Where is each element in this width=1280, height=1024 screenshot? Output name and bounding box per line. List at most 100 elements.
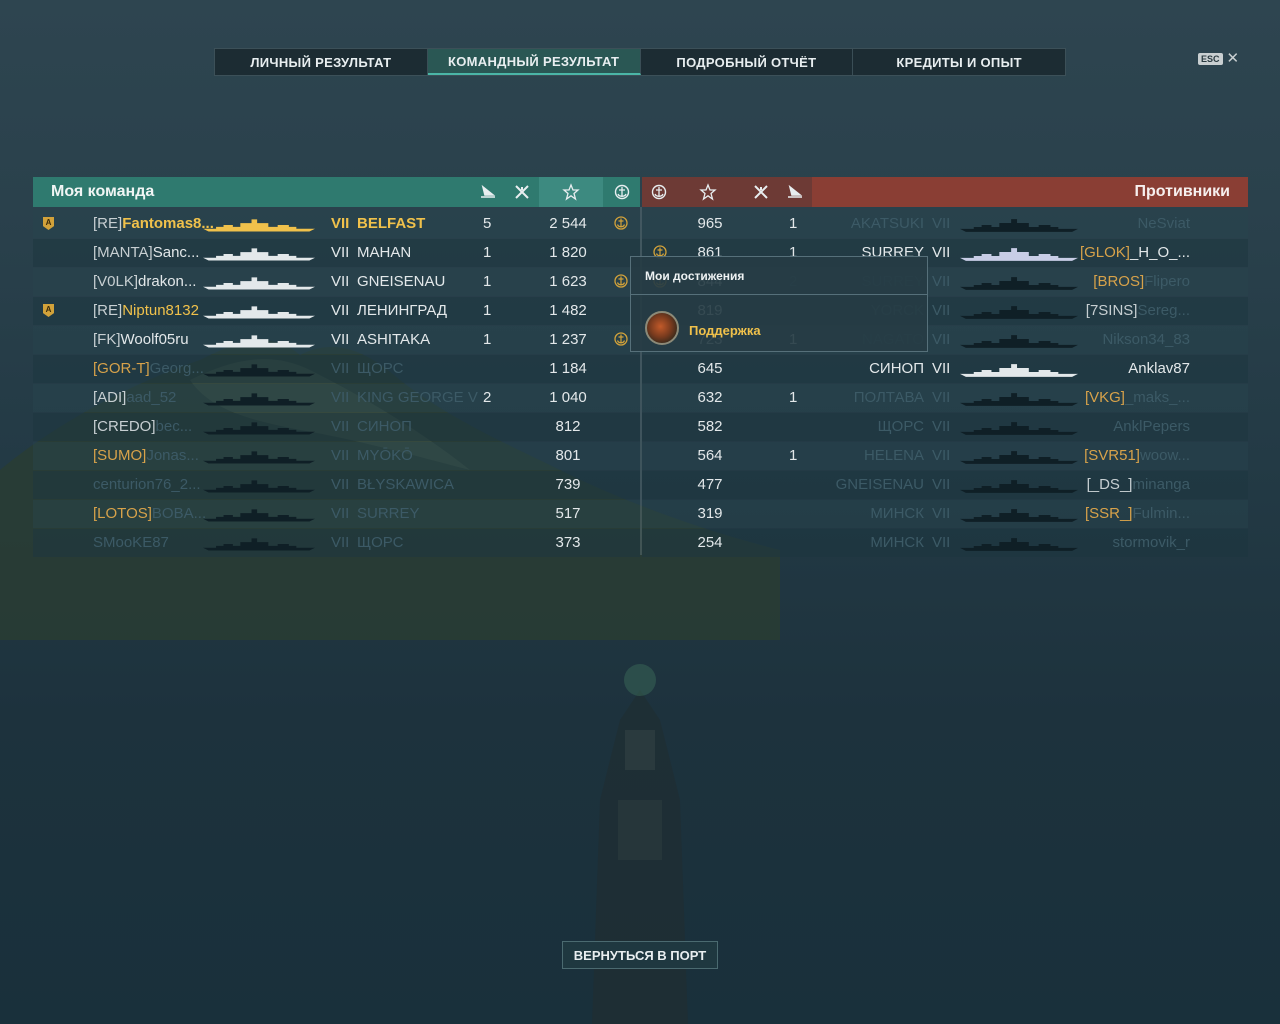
ship-silhouette-icon bbox=[960, 306, 1078, 319]
experience-value: 477 bbox=[697, 476, 723, 493]
player-label: AnklPepers bbox=[1113, 418, 1190, 435]
enemy-team-row[interactable]: 582 ЩОРС VII AnklPepers bbox=[642, 413, 1248, 441]
experience-value: 1 482 bbox=[549, 302, 587, 319]
experience-value: 319 bbox=[697, 505, 723, 522]
ship-tier: VII bbox=[331, 244, 350, 261]
ship-name: HELENA bbox=[863, 447, 924, 464]
ships-sunk-count: 1 bbox=[789, 389, 798, 406]
ship-tier: VII bbox=[331, 389, 350, 406]
ship-tier: VII bbox=[932, 244, 951, 261]
player-label: [FK]Woolf05ru bbox=[93, 331, 189, 348]
ship-tier: VII bbox=[932, 331, 951, 348]
my-team-row[interactable]: [SUMO]Jonas... VII MYŌKŌ 801 bbox=[33, 442, 640, 470]
ship-silhouette-icon bbox=[203, 219, 315, 232]
my-team-row[interactable]: [ADI]aad_52 VII KING GEORGE V 2 1 040 bbox=[33, 384, 640, 412]
my-team-row[interactable]: [GOR-T]Georg... VII ЩОРС 1 184 bbox=[33, 355, 640, 383]
ship-silhouette-icon bbox=[203, 306, 315, 319]
enemy-team-row[interactable]: 632 1 ПОЛТАВА VII [VKG]_maks_... bbox=[642, 384, 1248, 412]
ships-sunk-count: 1 bbox=[483, 273, 492, 290]
experience-star-icon[interactable] bbox=[676, 177, 740, 207]
ship-name: ЩОРС bbox=[877, 418, 924, 435]
player-name: NeSviat bbox=[1137, 215, 1190, 232]
ship-tier: VII bbox=[932, 447, 951, 464]
tab-credits-experience[interactable]: КРЕДИТЫ И ОПЫТ bbox=[853, 49, 1065, 75]
my-team-row[interactable]: A [RE]Niptun8132 VII ЛЕНИНГРАД 1 1 482 bbox=[33, 297, 640, 325]
ship-tier: VII bbox=[932, 389, 951, 406]
achievement-icon[interactable] bbox=[642, 177, 676, 207]
player-name: stormovik_r bbox=[1112, 534, 1190, 551]
player-name: aad_52 bbox=[126, 389, 177, 406]
ship-silhouette-icon bbox=[203, 422, 315, 435]
ship-silhouette-icon bbox=[960, 219, 1078, 232]
my-team-row[interactable]: A [RE]Fantomas8... VII BELFAST 5 2 544 bbox=[33, 210, 640, 238]
achievement-earned-icon[interactable] bbox=[613, 215, 629, 231]
my-team-row[interactable]: [CREDO]bec... VII СИНОП 812 bbox=[33, 413, 640, 441]
player-label: [SSR_]Fulmin... bbox=[1085, 505, 1190, 522]
my-team-row[interactable]: centurion76_2... VII BŁYSKAWICA 739 bbox=[33, 471, 640, 499]
ship-tier: VII bbox=[331, 302, 350, 319]
my-team-row[interactable]: [V0LK]drakon... VII GNEISENAU 1 1 623 bbox=[33, 268, 640, 296]
ship-silhouette-icon bbox=[203, 393, 315, 406]
ship-silhouette-icon bbox=[203, 480, 315, 493]
player-label: Anklav87 bbox=[1128, 360, 1190, 377]
ship-name: GNEISENAU bbox=[357, 273, 446, 290]
achievement-earned-icon[interactable] bbox=[613, 331, 629, 347]
experience-value: 1 820 bbox=[549, 244, 587, 261]
enemy-team-row[interactable]: 564 1 HELENA VII [SVR51]woow... bbox=[642, 442, 1248, 470]
player-name: centurion76_2... bbox=[93, 476, 201, 493]
player-name: Woolf05ru bbox=[120, 331, 189, 348]
player-name: Niptun8132 bbox=[122, 302, 199, 319]
enemy-team-row[interactable]: 254 МИНСК VII stormovik_r bbox=[642, 529, 1248, 557]
achievement-icon[interactable] bbox=[603, 177, 640, 207]
achievement-earned-icon[interactable] bbox=[613, 273, 629, 289]
ship-name: ASHITAKA bbox=[357, 331, 431, 348]
support-achievement-icon bbox=[645, 311, 679, 345]
experience-value: 801 bbox=[555, 447, 581, 464]
player-label: [SUMO]Jonas... bbox=[93, 447, 199, 464]
ship-tier: VII bbox=[331, 476, 350, 493]
tab-personal-result[interactable]: ЛИЧНЫЙ РЕЗУЛЬТАТ bbox=[215, 49, 428, 75]
tab-detailed-report[interactable]: ПОДРОБНЫЙ ОТЧЁТ bbox=[641, 49, 854, 75]
experience-value: 632 bbox=[697, 389, 723, 406]
my-team-row[interactable]: [FK]Woolf05ru VII ASHITAKA 1 1 237 bbox=[33, 326, 640, 354]
ship-tier: VII bbox=[331, 215, 350, 232]
tooltip-achievement-name: Поддержка bbox=[689, 323, 761, 338]
ship-silhouette-icon bbox=[960, 509, 1078, 522]
player-clan-tag: [CREDO] bbox=[93, 418, 156, 435]
enemy-team-row[interactable]: 965 1 AKATSUKI VII NeSviat bbox=[642, 210, 1248, 238]
player-label: [ADI]aad_52 bbox=[93, 389, 176, 406]
player-clan-tag: [MANTA] bbox=[93, 244, 153, 261]
ships-sunk-icon[interactable] bbox=[471, 177, 505, 207]
return-to-port-button[interactable]: ВЕРНУТЬСЯ В ПОРТ bbox=[562, 941, 718, 969]
ship-name: МИНСК bbox=[870, 505, 924, 522]
planes-destroyed-icon[interactable] bbox=[505, 177, 539, 207]
enemy-team-row[interactable]: 319 МИНСК VII [SSR_]Fulmin... bbox=[642, 500, 1248, 528]
ship-tier: VII bbox=[331, 418, 350, 435]
division-medal-icon: A bbox=[43, 217, 54, 230]
tab-team-result[interactable]: КОМАНДНЫЙ РЕЗУЛЬТАТ bbox=[427, 49, 641, 75]
ships-sunk-icon[interactable] bbox=[778, 177, 812, 207]
player-name: SMooKE87 bbox=[93, 534, 169, 551]
player-name: Anklav87 bbox=[1128, 360, 1190, 377]
player-label: [RE]Fantomas8... bbox=[93, 215, 214, 232]
experience-star-icon[interactable] bbox=[539, 177, 603, 207]
ship-name: MYŌKŌ bbox=[357, 447, 413, 464]
player-name: woow... bbox=[1139, 447, 1190, 464]
player-name: AnklPepers bbox=[1113, 418, 1190, 435]
enemy-team-row[interactable]: 645 СИНОП VII Anklav87 bbox=[642, 355, 1248, 383]
ship-silhouette-icon bbox=[203, 364, 315, 377]
my-team-row[interactable]: [MANTA]Sanc... VII MAHAN 1 1 820 bbox=[33, 239, 640, 267]
experience-value: 1 237 bbox=[549, 331, 587, 348]
player-label: NeSviat bbox=[1137, 215, 1190, 232]
player-name: BOBA... bbox=[151, 505, 207, 522]
experience-value: 1 040 bbox=[549, 389, 587, 406]
close-button[interactable]: ESC ✕ bbox=[1198, 51, 1239, 66]
player-label: [CREDO]bec... bbox=[93, 418, 192, 435]
experience-value: 2 544 bbox=[549, 215, 587, 232]
my-team-row[interactable]: SMooKE87 VII ЩОРС 373 bbox=[33, 529, 640, 557]
planes-destroyed-icon[interactable] bbox=[744, 177, 778, 207]
enemy-team-row[interactable]: 477 GNEISENAU VII [_DS_]minanga bbox=[642, 471, 1248, 499]
ship-silhouette-icon bbox=[203, 509, 315, 522]
player-clan-tag: [7SINS] bbox=[1085, 302, 1138, 319]
my-team-row[interactable]: [LOTOS]BOBA... VII SURREY 517 bbox=[33, 500, 640, 528]
